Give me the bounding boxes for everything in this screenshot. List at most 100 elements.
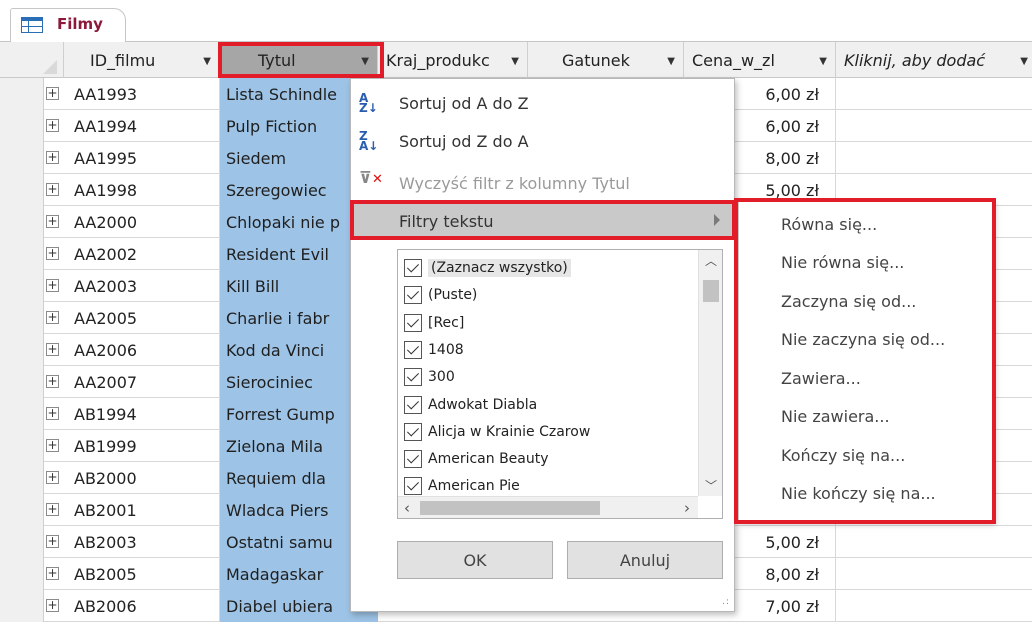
cell-id-filmu[interactable]: AA1993 [64, 78, 220, 110]
column-filter-arrow-icon[interactable]: ▼ [203, 56, 211, 67]
cell-id-filmu[interactable]: AA2003 [64, 270, 220, 302]
column-header-kraj[interactable]: Kraj_produkc ▼ [378, 42, 528, 78]
cell-id-filmu[interactable]: AA1994 [64, 110, 220, 142]
select-all-corner[interactable] [0, 42, 64, 78]
row-selector[interactable] [0, 238, 44, 270]
row-selector[interactable] [0, 302, 44, 334]
cell-id-filmu[interactable]: AB1999 [64, 430, 220, 462]
menu-sort-az[interactable]: A Z↓ Sortuj od A do Z [351, 85, 734, 121]
cell-id-filmu[interactable]: AB2003 [64, 526, 220, 558]
menu-text-filters[interactable]: Filtry tekstu [351, 203, 734, 239]
scroll-right-icon[interactable]: › [684, 499, 690, 517]
expand-plus-icon[interactable]: + [46, 407, 59, 420]
scroll-up-icon[interactable]: ︿ [705, 252, 717, 269]
checkbox-checked-icon[interactable] [404, 422, 422, 441]
expand-plus-icon[interactable]: + [46, 119, 59, 132]
checkbox-checked-icon[interactable] [404, 286, 422, 305]
column-header-gatunek[interactable]: Gatunek ▼ [528, 42, 684, 78]
filter-value-list[interactable]: (Zaznacz wszystko) (Puste) [Rec] 1408 300 Adw… [397, 249, 723, 519]
cancel-button[interactable]: Anuluj [567, 541, 723, 579]
resize-grip-icon[interactable]: .: [722, 597, 730, 607]
checkbox-checked-icon[interactable] [404, 395, 422, 414]
filter-checkbox-item[interactable]: Alicja w Krainie Czarow [404, 418, 590, 446]
column-header-add-new[interactable]: Kliknij, aby dodać ▼ [836, 42, 1032, 78]
cell-id-filmu[interactable]: AA1995 [64, 142, 220, 174]
scroll-left-icon[interactable]: ‹ [404, 499, 410, 517]
filter-checkbox-item[interactable]: 300 [404, 363, 455, 391]
ok-button[interactable]: OK [397, 541, 553, 579]
cell-cena[interactable]: 8,00 zł [740, 142, 836, 174]
row-selector[interactable] [0, 526, 44, 558]
text-filter-option[interactable]: Nie równa się... [781, 248, 904, 278]
expand-plus-icon[interactable]: + [46, 503, 59, 516]
column-header-id-filmu[interactable]: ID_filmu ▼ [64, 42, 220, 78]
list-horizontal-scrollbar[interactable]: ‹ › [398, 496, 698, 518]
expand-plus-icon[interactable]: + [46, 375, 59, 388]
filter-checkbox-item[interactable]: (Zaznacz wszystko) [404, 254, 571, 282]
expand-plus-icon[interactable]: + [46, 279, 59, 292]
cell-id-filmu[interactable]: AB2006 [64, 590, 220, 622]
row-selector[interactable] [0, 366, 44, 398]
row-selector[interactable] [0, 174, 44, 206]
row-selector[interactable] [0, 558, 44, 590]
cell-id-filmu[interactable]: AA2005 [64, 302, 220, 334]
row-selector[interactable] [0, 398, 44, 430]
filter-checkbox-item[interactable]: Adwokat Diabla [404, 391, 537, 419]
text-filter-option[interactable]: Nie kończy się na... [781, 479, 936, 509]
expand-plus-icon[interactable]: + [46, 87, 59, 100]
row-selector[interactable] [0, 110, 44, 142]
text-filter-option[interactable]: Zaczyna się od... [781, 286, 916, 316]
checkbox-checked-icon[interactable] [404, 368, 422, 387]
column-header-tytul[interactable]: Tytul ▼ [220, 42, 378, 78]
text-filter-option[interactable]: Kończy się na... [781, 440, 905, 470]
column-filter-arrow-icon[interactable]: ▼ [819, 56, 827, 67]
cell-id-filmu[interactable]: AB2001 [64, 494, 220, 526]
expand-plus-icon[interactable]: + [46, 215, 59, 228]
text-filter-option[interactable]: Równa się... [781, 209, 877, 239]
filter-checkbox-item[interactable]: American Beauty [404, 445, 549, 473]
text-filter-option[interactable]: Nie zaczyna się od... [781, 325, 945, 355]
cell-cena[interactable]: 5,00 zł [740, 526, 836, 558]
vertical-scroll-thumb[interactable] [703, 280, 719, 302]
cell-id-filmu[interactable]: AA2002 [64, 238, 220, 270]
list-vertical-scrollbar[interactable]: ︿ ﹀ [698, 250, 722, 496]
horizontal-scroll-thumb[interactable] [420, 501, 600, 515]
checkbox-checked-icon[interactable] [404, 450, 422, 469]
row-selector[interactable] [0, 206, 44, 238]
cell-id-filmu[interactable]: AA2007 [64, 366, 220, 398]
row-selector[interactable] [0, 494, 44, 526]
text-filter-option[interactable]: Zawiera... [781, 363, 861, 393]
cell-cena[interactable]: 7,00 zł [740, 590, 836, 622]
checkbox-checked-icon[interactable] [404, 259, 422, 277]
cell-cena[interactable]: 8,00 zł [740, 558, 836, 590]
expand-plus-icon[interactable]: + [46, 567, 59, 580]
cell-id-filmu[interactable]: AA1998 [64, 174, 220, 206]
scroll-down-icon[interactable]: ﹀ [705, 477, 717, 494]
expand-plus-icon[interactable]: + [46, 535, 59, 548]
row-selector[interactable] [0, 462, 44, 494]
row-selector[interactable] [0, 142, 44, 174]
checkbox-checked-icon[interactable] [404, 340, 422, 359]
expand-plus-icon[interactable]: + [46, 151, 59, 164]
filter-checkbox-item[interactable]: [Rec] [404, 309, 464, 337]
column-filter-arrow-icon[interactable]: ▼ [511, 56, 519, 67]
column-header-cena[interactable]: Cena_w_zl ▼ [684, 42, 836, 78]
checkbox-checked-icon[interactable] [404, 477, 422, 496]
cell-id-filmu[interactable]: AA2000 [64, 206, 220, 238]
row-selector[interactable] [0, 270, 44, 302]
cell-id-filmu[interactable]: AA2006 [64, 334, 220, 366]
expand-plus-icon[interactable]: + [46, 471, 59, 484]
row-selector[interactable] [0, 590, 44, 622]
cell-id-filmu[interactable]: AB2000 [64, 462, 220, 494]
expand-plus-icon[interactable]: + [46, 311, 59, 324]
filter-checkbox-item[interactable]: 1408 [404, 336, 464, 364]
filter-checkbox-item[interactable]: (Puste) [404, 281, 477, 309]
expand-plus-icon[interactable]: + [46, 439, 59, 452]
cell-cena[interactable]: 6,00 zł [740, 78, 836, 110]
text-filter-option[interactable]: Nie zawiera... [781, 402, 890, 432]
expand-plus-icon[interactable]: + [46, 247, 59, 260]
checkbox-checked-icon[interactable] [404, 313, 422, 332]
cell-cena[interactable]: 6,00 zł [740, 110, 836, 142]
cell-id-filmu[interactable]: AB1994 [64, 398, 220, 430]
column-filter-arrow-icon[interactable]: ▼ [361, 56, 369, 67]
